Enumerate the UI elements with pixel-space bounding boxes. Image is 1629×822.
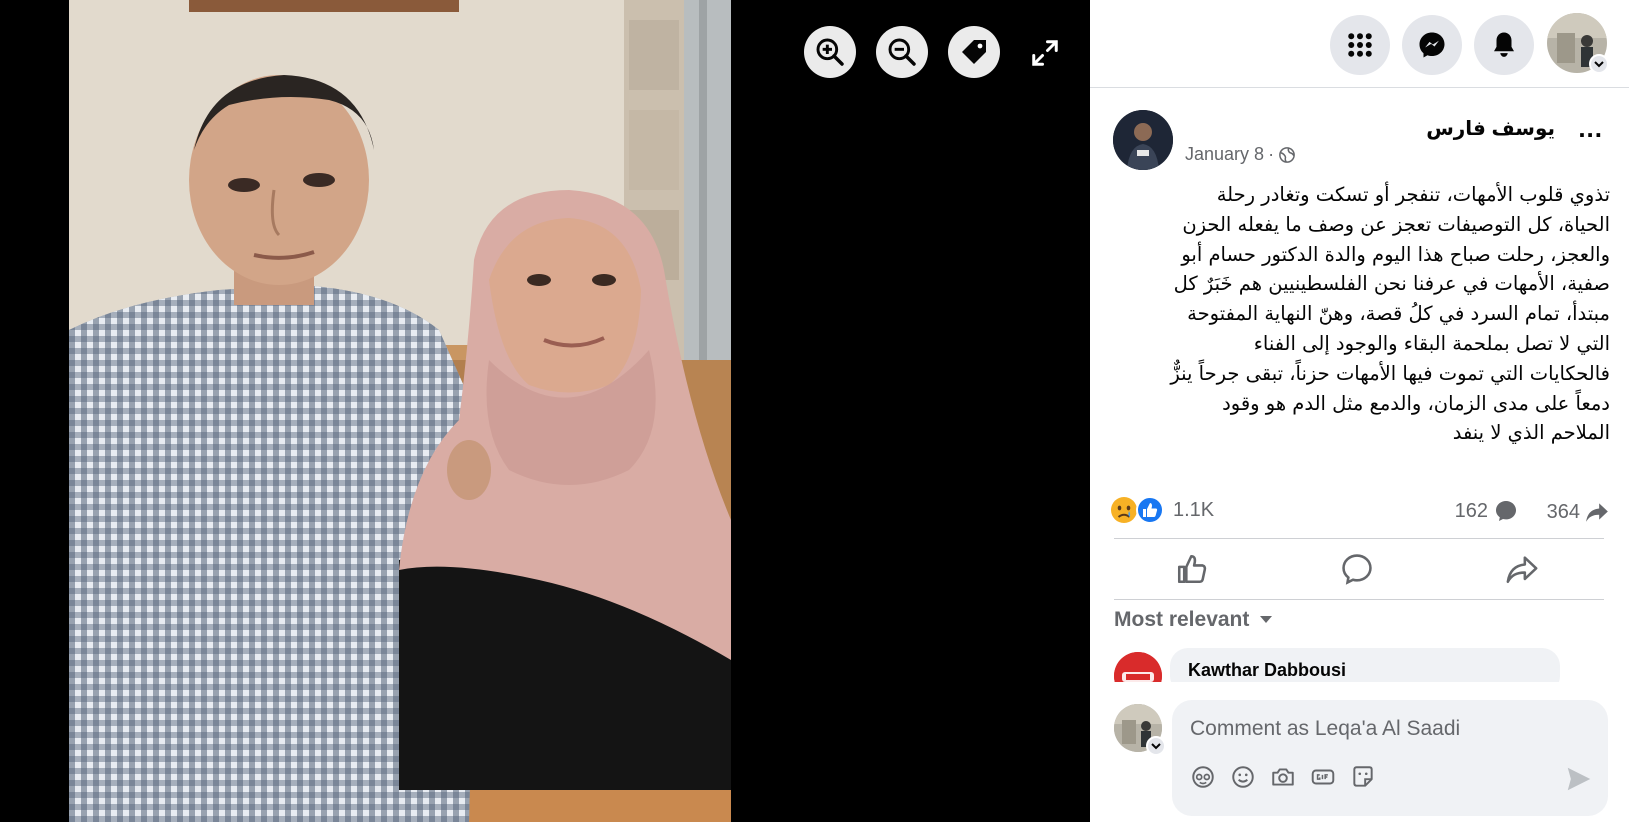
zoom-in-icon	[816, 38, 844, 66]
send-icon	[1567, 767, 1591, 791]
like-button[interactable]	[1162, 549, 1222, 589]
zoom-in-button[interactable]	[804, 26, 856, 78]
sticker-button[interactable]	[1348, 762, 1378, 792]
emoji-button[interactable]	[1228, 762, 1258, 792]
comment-item: Kawthar Dabbousi	[1114, 648, 1614, 682]
post-date[interactable]: January 8	[1185, 144, 1264, 165]
menu-grid-icon	[1348, 33, 1372, 57]
meta-separator: ·	[1268, 144, 1275, 164]
post-text-line: فالحكايات التي تموت فيها الأمهات حزناً، …	[1170, 361, 1610, 385]
post-text-line: الحياة، كل التوصيفات تعجز عن وصف ما يفعل…	[1182, 212, 1610, 236]
fullscreen-button[interactable]	[1030, 38, 1060, 68]
comment-sort-dropdown[interactable]: Most relevant	[1114, 608, 1273, 632]
post-header: يوسف فارس ... January 8 ·	[1113, 110, 1603, 172]
gif-button[interactable]	[1308, 762, 1338, 792]
photo-viewer	[0, 0, 1090, 822]
comment-bubble-icon	[1496, 501, 1516, 521]
tag-icon	[962, 40, 986, 64]
post-text-line: صفية، الأمهات في عرفنا نحن الفلسطينيين ه…	[1173, 272, 1610, 296]
comment-icon	[1342, 554, 1372, 585]
chevron-down-icon[interactable]	[1146, 736, 1166, 756]
commenter-name[interactable]: Kawthar Dabbousi	[1188, 660, 1346, 681]
share-count-value: 364	[1546, 500, 1580, 523]
post-text-line: الملاحم الذي لا ينفد	[1452, 421, 1610, 445]
caret-down-icon	[1260, 616, 1273, 623]
emoji-icon	[1232, 766, 1254, 788]
comment-box	[1172, 700, 1608, 816]
share-icon	[1506, 556, 1538, 584]
comment-count-value: 162	[1454, 499, 1488, 522]
like-icon	[1177, 554, 1207, 584]
notifications-button[interactable]	[1474, 15, 1534, 75]
camera-icon	[1272, 768, 1294, 786]
author-avatar[interactable]	[1113, 110, 1173, 170]
photo-button[interactable]	[1268, 762, 1298, 792]
share-count[interactable]: 364	[1547, 499, 1610, 525]
author-name[interactable]: يوسف فارس	[1426, 116, 1555, 141]
sort-label: Most relevant	[1114, 608, 1250, 631]
globe-icon	[1279, 146, 1295, 163]
comment-button[interactable]	[1327, 549, 1387, 589]
reaction-count[interactable]: 1.1K	[1173, 499, 1214, 522]
menu-button[interactable]	[1330, 15, 1390, 75]
reactions-summary: 1.1K 162 364	[1110, 494, 1610, 526]
post-text-line: والعجز، رحلت صباح هذا اليوم والدة الدكتو…	[1181, 242, 1610, 266]
share-button[interactable]	[1492, 549, 1552, 589]
post-text-line: التي لا تصل بملحمة البقاء والوجود إلى ال…	[1253, 331, 1610, 355]
top-bar	[1090, 0, 1629, 88]
post-meta: January 8 ·	[1185, 144, 1296, 165]
post-panel: يوسف فارس ... January 8 · تذوي قلوب الأم…	[1090, 0, 1629, 822]
comment-input[interactable]	[1190, 714, 1590, 744]
tag-button[interactable]	[948, 26, 1000, 78]
send-button[interactable]	[1564, 764, 1594, 794]
post-actions-bar	[1114, 538, 1604, 600]
avatar-sticker-button[interactable]	[1188, 762, 1218, 792]
post-options-button[interactable]: ...	[1578, 115, 1603, 141]
chevron-down-icon[interactable]	[1589, 54, 1609, 74]
sad-reaction-icon	[1111, 497, 1137, 523]
messenger-button[interactable]	[1402, 15, 1462, 75]
comment-composer	[1114, 700, 1614, 818]
bell-icon	[1494, 32, 1514, 57]
post-text-line: تذوي قلوب الأمهات، تنفجر أو تسكت وتغادر …	[1216, 183, 1610, 206]
reaction-icons[interactable]	[1110, 496, 1170, 524]
fullscreen-icon	[1032, 40, 1058, 66]
post-photo[interactable]	[69, 0, 731, 822]
zoom-out-icon	[888, 38, 916, 66]
like-reaction-icon	[1136, 496, 1164, 524]
messenger-icon	[1419, 32, 1445, 58]
post-text-line: مبتدأ، تمام السرد في كلُ قصة، وهنّ النها…	[1187, 302, 1610, 326]
post-text-line: دمعاً على مدى الزمان، والدمع مثل الدم هو…	[1222, 391, 1610, 415]
gif-icon	[1311, 769, 1335, 785]
comment-bubble: Kawthar Dabbousi	[1170, 648, 1560, 682]
zoom-out-button[interactable]	[876, 26, 928, 78]
post-text: تذوي قلوب الأمهات، تنفجر أو تسكت وتغادر …	[1110, 180, 1610, 448]
comment-count[interactable]: 162	[1455, 499, 1518, 523]
sticker-icon	[1353, 766, 1373, 787]
avatar-sticker-icon	[1192, 766, 1214, 788]
share-arrow-icon	[1586, 503, 1608, 522]
commenter-avatar[interactable]	[1114, 652, 1162, 682]
